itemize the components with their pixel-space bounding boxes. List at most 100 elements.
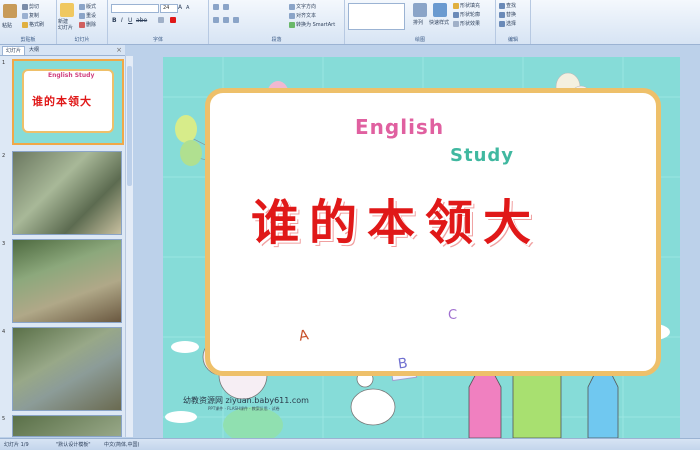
align-right-button[interactable] <box>233 17 239 23</box>
outline-icon <box>453 11 459 18</box>
thumbnail-slide-2[interactable] <box>12 151 122 235</box>
language-indicator[interactable]: 中文(简体,中国) <box>104 441 140 448</box>
drawing-group: 排列 快速样式 形状填充 形状轮廓 形状效果 绘图 <box>345 0 496 44</box>
thumbnail-slide-4[interactable] <box>12 327 122 411</box>
thumbnail-number: 5 <box>2 416 6 422</box>
arrange-icon[interactable] <box>413 3 427 17</box>
paragraph-group-label: 段落 <box>271 37 282 43</box>
website-text: 幼教资源网 ziyuan.baby611.com <box>183 396 309 405</box>
letter-c: C <box>448 308 458 323</box>
thumbnail-number: 4 <box>2 329 6 335</box>
layout-button[interactable]: 版式 <box>79 3 96 10</box>
cloud <box>165 411 197 423</box>
new-slide-icon[interactable] <box>60 3 74 17</box>
paste-icon[interactable] <box>3 4 17 18</box>
align-text-button[interactable]: 对齐文本 <box>289 12 316 19</box>
text-direction-icon <box>289 3 295 10</box>
close-icon[interactable]: × <box>116 46 122 54</box>
balloon <box>175 115 197 143</box>
replace-icon <box>499 11 505 18</box>
slide-counter: 幻灯片 1/9 <box>4 442 29 448</box>
spacing-icon <box>158 17 164 23</box>
font-name-field[interactable] <box>111 4 159 13</box>
format-painter-button[interactable]: 格式刷 <box>22 21 44 28</box>
paragraph-group: 文字方向 对齐文本 转换为 SmartArt 段落 <box>209 0 345 44</box>
theme-name: "默认设计模板" <box>56 442 91 448</box>
cloud <box>171 341 199 353</box>
thumbnail-slide-5[interactable] <box>12 415 122 437</box>
slides-group: 新建 幻灯片 版式 重设 删除 幻灯片 <box>57 0 108 44</box>
char-spacing-button[interactable] <box>158 17 164 23</box>
find-icon <box>499 2 505 9</box>
clipboard-group: 粘贴 剪切 复制 格式刷 剪贴板 <box>0 0 57 44</box>
slides-group-label: 幻灯片 <box>74 37 90 43</box>
slide-title[interactable]: 谁的本领大 <box>251 183 541 253</box>
replace-button[interactable]: 替换 <box>499 11 516 18</box>
align-left-button[interactable] <box>213 17 219 23</box>
font-color-button[interactable] <box>170 17 176 23</box>
align-center-icon <box>223 17 229 23</box>
slide-canvas[interactable]: A B C English Study 谁的本领大 幼教资源网 ziyuan.b… <box>163 57 680 438</box>
thumbnail-pane: 1 English Study 谁的本领大 2 3 4 5 <box>0 56 125 437</box>
align-center-button[interactable] <box>223 17 229 23</box>
shrink-font-button[interactable]: A <box>186 5 189 11</box>
panel-tabs: 幻灯片 大纲 × <box>0 45 125 56</box>
letter-b: B <box>396 355 409 373</box>
quick-styles-icon[interactable] <box>433 3 447 17</box>
arrange-button[interactable]: 排列 <box>413 19 423 26</box>
numbering-button[interactable] <box>223 4 229 10</box>
delete-slide-button[interactable]: 删除 <box>79 21 96 28</box>
underline-button[interactable]: U <box>128 17 132 24</box>
tab-slides[interactable]: 幻灯片 <box>2 46 26 55</box>
shape-fill-button[interactable]: 形状填充 <box>453 2 480 9</box>
reset-icon <box>79 12 85 19</box>
thumbnail-number: 2 <box>2 153 6 159</box>
bullets-button[interactable] <box>213 4 219 10</box>
paste-button[interactable]: 粘贴 <box>2 22 12 29</box>
cut-button[interactable]: 剪切 <box>22 3 39 10</box>
clipboard-group-label: 剪贴板 <box>20 37 36 43</box>
font-group: 24 A A B I U abe 字体 <box>108 0 209 44</box>
tab-outline[interactable]: 大纲 <box>26 46 42 54</box>
website-subtext: PPT课件 · FLASH课件 · 教案反思 · 试卷 <box>208 406 280 411</box>
select-button[interactable]: 选择 <box>499 20 516 27</box>
new-slide-button[interactable]: 新建 幻灯片 <box>58 19 73 31</box>
effects-icon <box>453 20 459 27</box>
align-right-icon <box>233 17 239 23</box>
shapes-gallery[interactable] <box>348 3 405 30</box>
english-word: English <box>355 115 445 139</box>
strikethrough-button[interactable]: abe <box>136 17 147 24</box>
thumbnail-slide-1[interactable]: English Study 谁的本领大 <box>12 59 124 145</box>
scrollbar-thumb[interactable] <box>127 66 132 186</box>
thumbnail-scrollbar[interactable] <box>125 56 133 437</box>
ribbon: 粘贴 剪切 复制 格式刷 剪贴板 新建 幻灯片 版式 重设 删除 幻灯片 24 … <box>0 0 700 45</box>
numbering-icon <box>223 4 229 10</box>
grow-font-button[interactable]: A <box>178 4 182 11</box>
layout-icon <box>79 3 85 10</box>
delete-icon <box>79 21 85 28</box>
thumbnail-slide-3[interactable] <box>12 239 122 323</box>
reset-button[interactable]: 重设 <box>79 12 96 19</box>
italic-button[interactable]: I <box>121 17 123 24</box>
thumbnail-english: English Study <box>48 72 95 79</box>
bold-button[interactable]: B <box>112 17 117 24</box>
study-word: Study <box>450 145 515 166</box>
align-left-icon <box>213 17 219 23</box>
font-size-field[interactable]: 24 <box>160 4 178 13</box>
status-bar: 幻灯片 1/9 "默认设计模板" 中文(简体,中国) <box>0 438 700 450</box>
quick-styles-button[interactable]: 快速样式 <box>429 19 449 26</box>
thumbnail-number: 1 <box>2 60 6 66</box>
font-color-icon <box>170 17 176 23</box>
select-icon <box>499 20 505 27</box>
thumbnail-title: 谁的本领大 <box>32 95 92 108</box>
brush-icon <box>22 21 28 28</box>
shape-outline-button[interactable]: 形状轮廓 <box>453 11 480 18</box>
smartart-button[interactable]: 转换为 SmartArt <box>289 21 335 28</box>
hen-body <box>350 388 396 426</box>
text-direction-button[interactable]: 文字方向 <box>289 3 316 10</box>
shape-effects-button[interactable]: 形状效果 <box>453 20 480 27</box>
find-button[interactable]: 查找 <box>499 2 516 9</box>
font-group-label: 字体 <box>152 37 163 43</box>
copy-button[interactable]: 复制 <box>22 12 39 19</box>
editing-group-label: 编辑 <box>507 37 518 43</box>
